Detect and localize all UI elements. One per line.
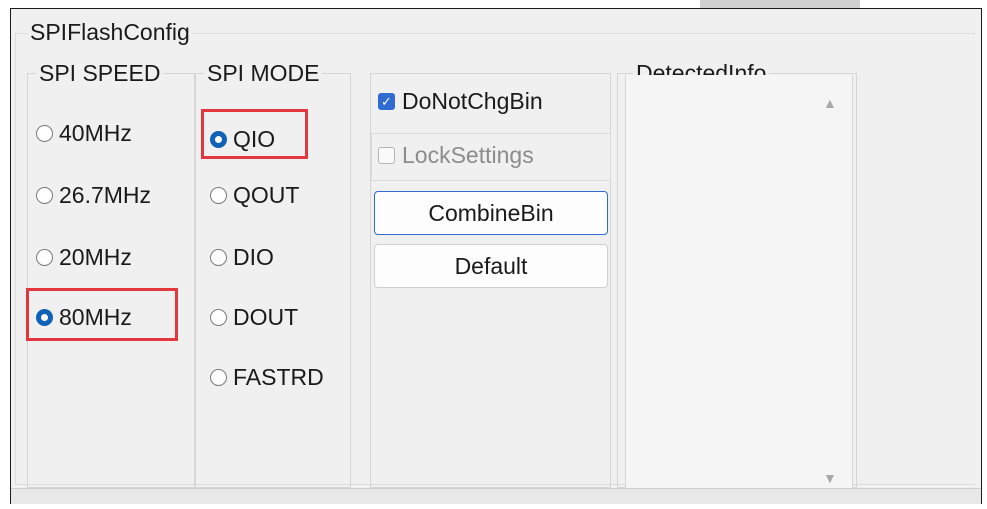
radio-label: 20MHz [59, 244, 132, 270]
radio-mode-dout[interactable]: DOUT [210, 304, 298, 331]
highlight-box-mode [201, 109, 308, 159]
spi-mode-title: SPI MODE [204, 60, 323, 87]
radio-button-icon [36, 249, 53, 266]
combine-bin-button[interactable]: CombineBin [374, 191, 608, 235]
scroll-down-arrow-icon[interactable]: ▼ [823, 470, 837, 486]
radio-button-icon [210, 369, 227, 386]
radio-label: 26.7MHz [59, 182, 152, 208]
radio-speed-20mhz[interactable]: 20MHz [36, 244, 132, 271]
checkbox-unchecked-icon [378, 147, 395, 164]
radio-mode-qout[interactable]: QOUT [210, 182, 299, 209]
spi-speed-title: SPI SPEED [36, 60, 164, 87]
radio-mode-dio[interactable]: DIO [210, 244, 274, 271]
radio-label: FASTRD [233, 364, 324, 390]
radio-button-icon [36, 125, 53, 142]
radio-button-icon [210, 187, 227, 204]
spi-flash-config-title: SPIFlashConfig [28, 19, 192, 46]
checkbox-label: DoNotChgBin [402, 88, 543, 114]
do-not-chg-bin-checkbox[interactable]: ✓ DoNotChgBin [378, 88, 543, 115]
radio-button-icon [36, 187, 53, 204]
scroll-up-arrow-icon[interactable]: ▲ [823, 95, 837, 111]
radio-speed-40mhz[interactable]: 40MHz [36, 120, 132, 147]
radio-button-icon [210, 309, 227, 326]
bottom-edge-strip [11, 488, 981, 504]
checkbox-label: LockSettings [402, 142, 534, 168]
checkbox-checked-icon: ✓ [378, 93, 395, 110]
top-edge-strip [700, 0, 860, 8]
radio-label: DOUT [233, 304, 299, 330]
radio-mode-fastrd[interactable]: FASTRD [210, 364, 324, 391]
lock-settings-checkbox[interactable]: LockSettings [378, 142, 534, 169]
radio-label: 40MHz [59, 120, 132, 146]
highlight-box-speed [26, 288, 178, 341]
default-button[interactable]: Default [374, 244, 608, 288]
radio-label: QOUT [233, 182, 300, 208]
detected-info-listbox[interactable]: ▲ ▼ [625, 75, 853, 488]
radio-button-icon [210, 249, 227, 266]
radio-label: DIO [233, 244, 274, 270]
radio-speed-26-7mhz[interactable]: 26.7MHz [36, 182, 151, 209]
